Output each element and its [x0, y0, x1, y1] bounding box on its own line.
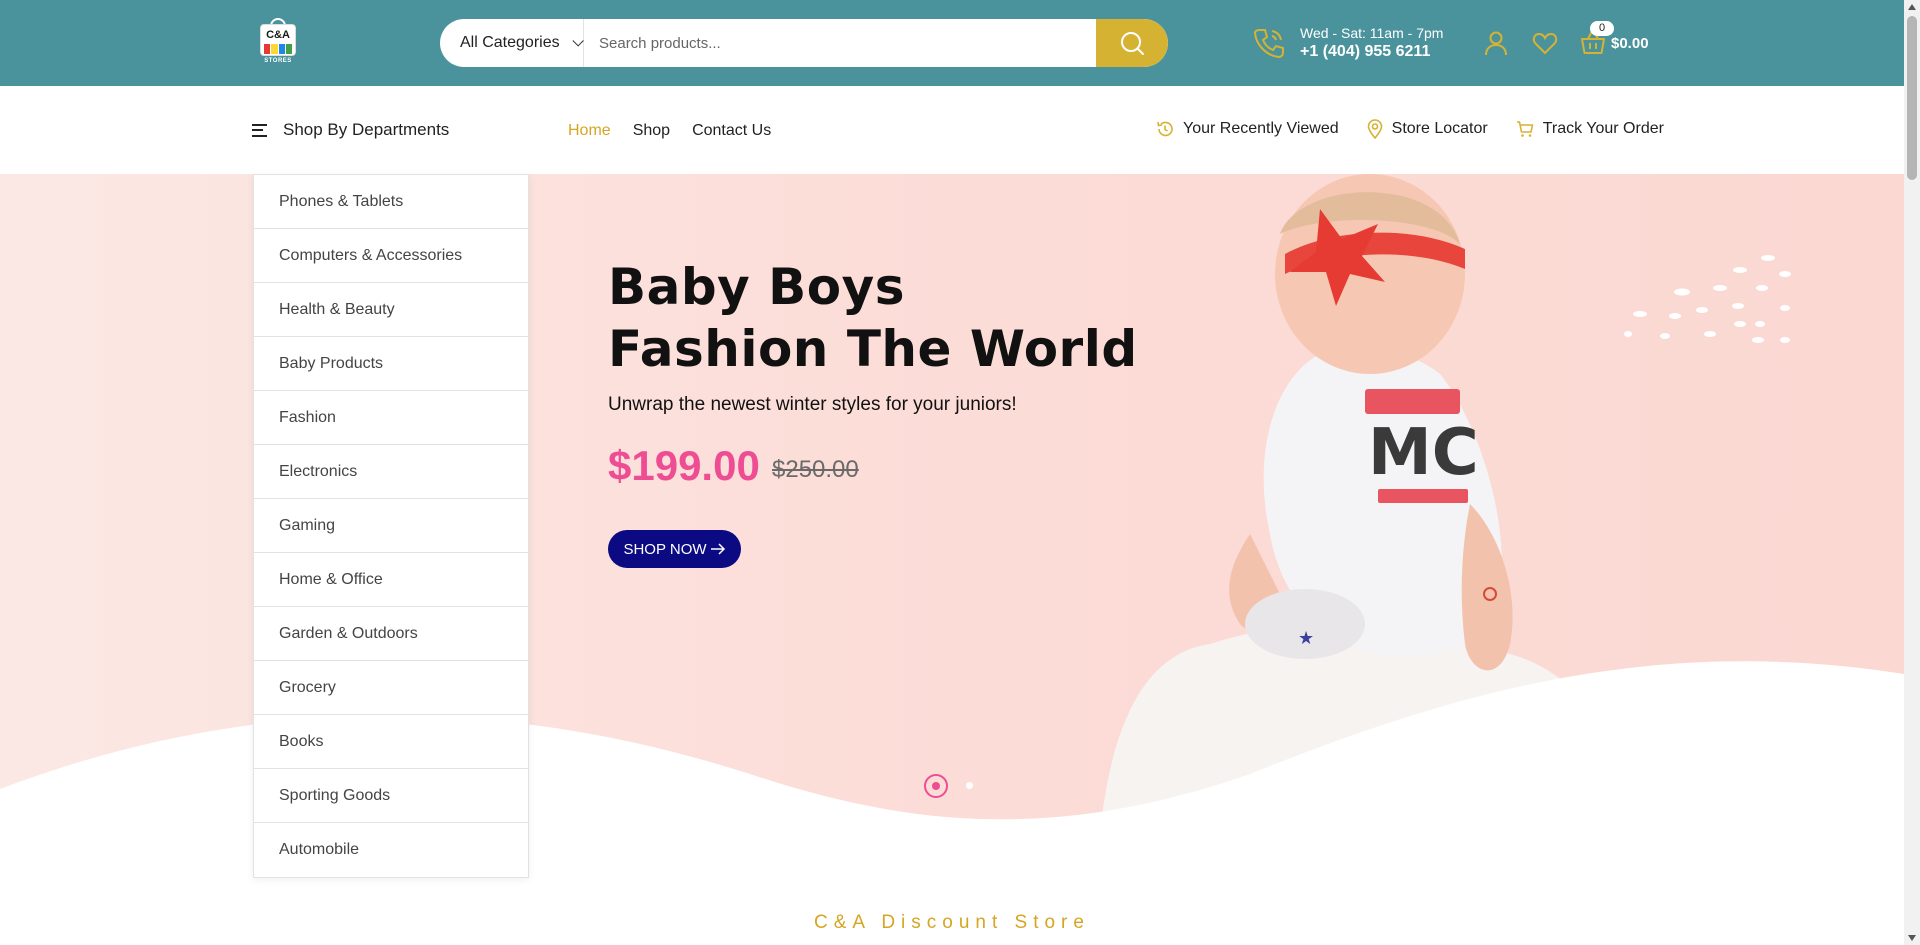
chevron-down-icon — [572, 35, 584, 47]
department-item[interactable]: Grocery — [254, 661, 528, 715]
shop-now-button[interactable]: SHOP NOW — [608, 530, 741, 568]
department-item[interactable]: Baby Products — [254, 337, 528, 391]
primary-nav: Home Shop Contact Us — [568, 122, 771, 140]
sale-price: $199.00 — [608, 442, 760, 489]
nav-link-contact[interactable]: Contact Us — [692, 122, 771, 140]
department-item[interactable]: Garden & Outdoors — [254, 607, 528, 661]
location-pin-icon — [1367, 119, 1382, 139]
departments-menu: Phones & Tablets Computers & Accessories… — [253, 174, 529, 878]
track-order-link[interactable]: Track Your Order — [1516, 120, 1664, 138]
nav-link-home[interactable]: Home — [568, 122, 611, 140]
track-order-label: Track Your Order — [1542, 120, 1664, 137]
recently-viewed-label: Your Recently Viewed — [1183, 120, 1339, 137]
wishlist-heart-icon[interactable] — [1532, 30, 1558, 56]
search-input[interactable] — [584, 19, 1104, 67]
nav-link-shop[interactable]: Shop — [633, 122, 670, 140]
main-navigation: Shop By Departments Home Shop Contact Us… — [0, 86, 1904, 174]
department-item[interactable]: Computers & Accessories — [254, 229, 528, 283]
department-item[interactable]: Sporting Goods — [254, 769, 528, 823]
department-item[interactable]: Phones & Tablets — [254, 175, 528, 229]
hero-subtitle: Unwrap the newest winter styles for your… — [608, 394, 1017, 415]
departments-label: Shop By Departments — [283, 120, 450, 139]
category-select[interactable]: All Categories — [440, 19, 584, 67]
department-item[interactable]: Health & Beauty — [254, 283, 528, 337]
hero-title-line2: Fashion The World — [608, 320, 1138, 378]
slider-dot-2[interactable] — [966, 782, 973, 789]
cart-count-badge: 0 — [1590, 21, 1614, 36]
store-locator-link[interactable]: Store Locator — [1367, 119, 1488, 139]
store-hours: Wed - Sat: 11am - 7pm — [1300, 25, 1444, 41]
history-icon — [1157, 121, 1173, 137]
arrow-right-icon — [710, 543, 725, 555]
search-icon — [1121, 32, 1144, 55]
scroll-up-icon[interactable] — [1908, 4, 1916, 10]
search-button[interactable] — [1096, 19, 1168, 67]
department-item[interactable]: Fashion — [254, 391, 528, 445]
scroll-down-icon[interactable] — [1908, 935, 1916, 941]
department-item[interactable]: Electronics — [254, 445, 528, 499]
section-tagline: C&A Discount Store — [814, 912, 1090, 933]
shop-now-label: SHOP NOW — [623, 540, 707, 558]
logo-subtext: STORES — [264, 58, 292, 64]
shopping-cart-icon — [1516, 121, 1534, 137]
scrollbar-thumb[interactable] — [1907, 16, 1917, 180]
contact-info: Wed - Sat: 11am - 7pm +1 (404) 955 6211 — [1252, 24, 1443, 62]
menu-icon — [252, 123, 267, 137]
phone-icon — [1253, 29, 1284, 59]
hero-title: Baby Boys Fashion The World — [608, 256, 1138, 380]
account-icon[interactable] — [1483, 30, 1509, 56]
store-logo[interactable]: C&A STORES — [258, 18, 298, 68]
secondary-nav: Your Recently Viewed Store Locator Track… — [1156, 119, 1692, 139]
department-item[interactable]: Gaming — [254, 499, 528, 553]
hero-title-line1: Baby Boys — [608, 258, 905, 316]
shop-by-departments-toggle[interactable]: Shop By Departments — [252, 120, 449, 140]
original-price: $250.00 — [772, 456, 859, 483]
top-header: C&A STORES All Categories Wed - Sat: 11a… — [0, 0, 1904, 86]
store-phone[interactable]: +1 (404) 955 6211 — [1300, 42, 1443, 62]
department-item[interactable]: Automobile — [254, 823, 528, 877]
page-scrollbar[interactable] — [1904, 0, 1920, 945]
cart-total[interactable]: $0.00 — [1611, 35, 1649, 52]
recently-viewed-link[interactable]: Your Recently Viewed — [1156, 120, 1339, 138]
slider-dot-1[interactable] — [924, 774, 948, 798]
logo-text: C&A — [266, 29, 290, 41]
department-item[interactable]: Home & Office — [254, 553, 528, 607]
search-bar: All Categories — [440, 19, 1168, 67]
store-locator-label: Store Locator — [1391, 120, 1488, 137]
department-item[interactable]: Books — [254, 715, 528, 769]
category-select-value: All Categories — [460, 34, 560, 51]
logo-stripes — [264, 44, 292, 54]
